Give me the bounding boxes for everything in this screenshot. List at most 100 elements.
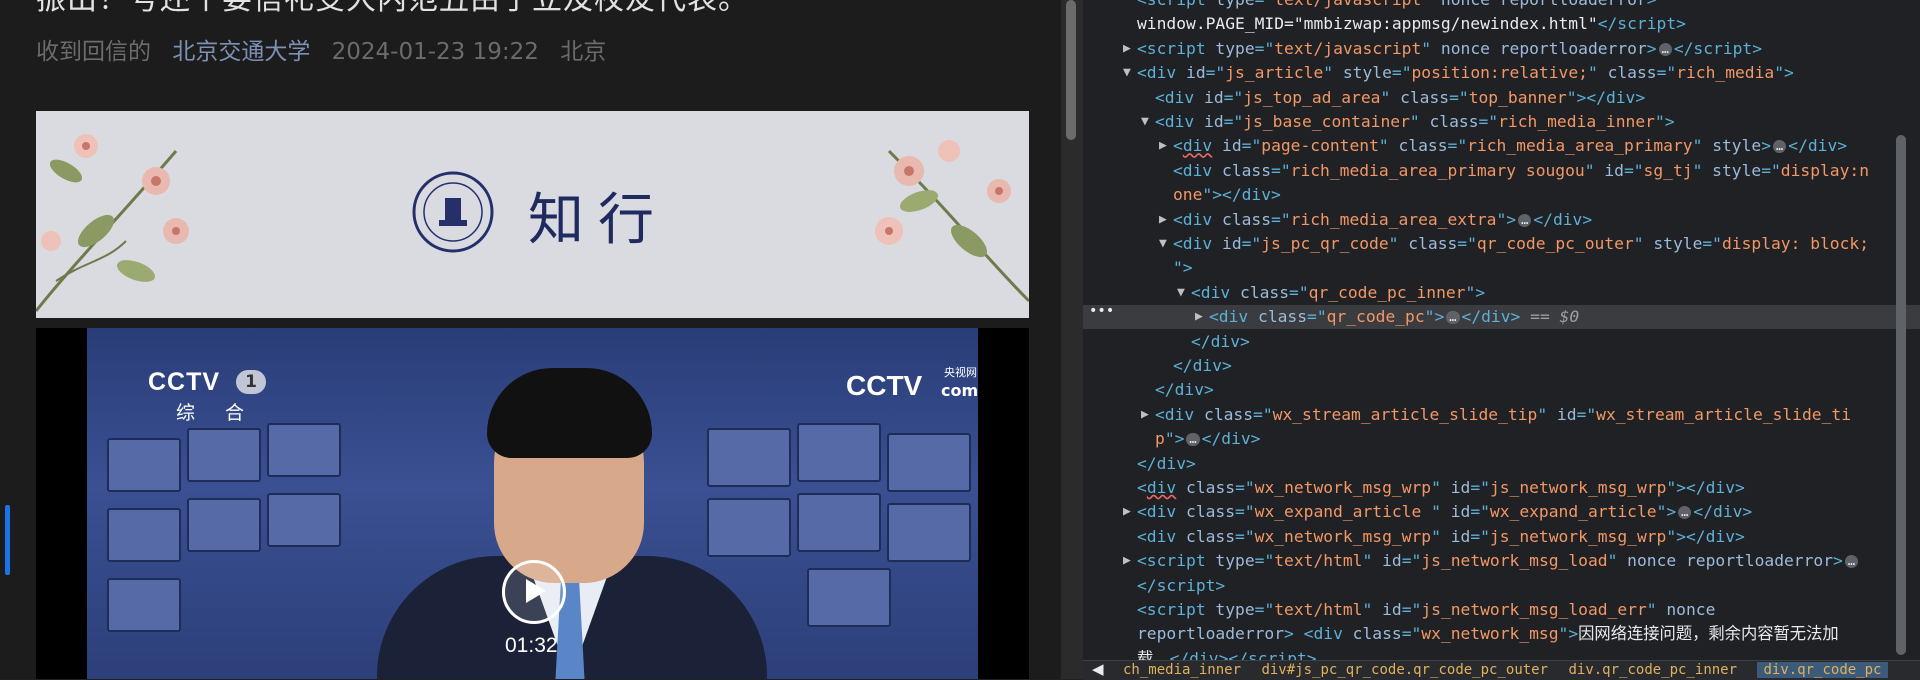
- video-duration: 01:32: [505, 634, 558, 657]
- dom-node-code: p">… </div>: [1155, 429, 1261, 449]
- dom-node[interactable]: ">: [1083, 256, 1920, 280]
- collapse-triangle-icon[interactable]: ▼: [1141, 110, 1149, 134]
- cctv-watermark: CCTV: [846, 370, 923, 401]
- expand-triangle-icon[interactable]: ▶: [1123, 37, 1131, 61]
- breadcrumb-item[interactable]: ch_media_inner: [1123, 662, 1241, 678]
- dom-node-code: <div class="wx_expand_article " id="wx_e…: [1137, 502, 1753, 522]
- dom-node[interactable]: <div class="wx_network_msg_wrp" id="js_n…: [1083, 476, 1920, 500]
- cctv-channel-logo: CCTV: [148, 368, 221, 396]
- dom-node-selected[interactable]: ▶ <div class="qr_code_pc">… </div> == $0: [1083, 305, 1920, 330]
- article-pane: 振出！号还个要信礼受大内范丑由于立及校友代表。 收到回信的 北京交通大学 202…: [0, 0, 1061, 679]
- dom-node[interactable]: ▶ <script type="text/html" id="js_network…: [1083, 549, 1920, 573]
- meta-account-link[interactable]: 北京交通大学: [172, 39, 310, 65]
- dom-node-code: <div class="qr_code_pc_inner">: [1191, 282, 1486, 302]
- expand-triangle-icon[interactable]: ▶: [1159, 134, 1167, 158]
- dom-node-code: <script type="text/javascript" nonce rep…: [1137, 0, 1657, 12]
- dom-node[interactable]: ▼ <div id="js_pc_qr_code" class="qr_code_…: [1083, 232, 1920, 256]
- dom-node[interactable]: <script type="text/html" id="js_network_…: [1083, 598, 1920, 622]
- breadcrumb-item-active[interactable]: div.qr_code_pc: [1757, 662, 1888, 678]
- dom-node[interactable]: </script>: [1083, 574, 1920, 598]
- background-monitor: [267, 493, 341, 547]
- collapse-triangle-icon[interactable]: ▼: [1123, 61, 1131, 85]
- cctv-channel-number: 1: [236, 370, 266, 394]
- play-icon[interactable]: [502, 560, 566, 624]
- dom-node[interactable]: ▼ <div id="js_article" style="position:re…: [1083, 61, 1920, 85]
- dom-node[interactable]: </div>: [1083, 354, 1920, 378]
- banner-title: 知行: [528, 188, 668, 253]
- collapse-triangle-icon[interactable]: ▼: [1177, 281, 1185, 305]
- dom-node-code: window.PAGE_MID="mmbizwap:appmsg/newinde…: [1137, 14, 1686, 34]
- dom-node[interactable]: ▼ <div class="qr_code_pc_inner">: [1083, 281, 1920, 305]
- dom-node-code: reportloaderror> <div class="wx_network_…: [1137, 624, 1839, 644]
- dom-node[interactable]: p">… </div>: [1083, 427, 1920, 451]
- university-seal-icon: [412, 171, 494, 253]
- dom-node[interactable]: ▶ <script type="text/javascript" nonce re…: [1083, 37, 1920, 61]
- collapse-triangle-icon[interactable]: ▼: [1159, 232, 1167, 256]
- news-anchor-hair: [487, 368, 652, 458]
- more-actions-icon[interactable]: •••: [1089, 303, 1114, 319]
- background-monitor: [797, 423, 881, 482]
- meta-author: 收到回信的: [36, 39, 151, 65]
- expand-triangle-icon[interactable]: ▶: [1141, 403, 1149, 427]
- background-monitor: [807, 568, 891, 627]
- cctv-watermark-sub: 央视网: [944, 366, 977, 379]
- breadcrumb-back-icon[interactable]: ◀: [1092, 660, 1104, 678]
- background-monitor: [187, 498, 261, 552]
- dom-node-code: <div class="wx_network_msg_wrp" id="js_n…: [1137, 526, 1745, 546]
- dom-node[interactable]: ▶ <div id="page-content" class="rich_medi…: [1083, 134, 1920, 158]
- meta-date: 2024-01-23 19:22: [331, 39, 539, 65]
- dom-node[interactable]: ▶ <div class="wx_stream_article_slide_tip…: [1083, 403, 1920, 427]
- dom-node[interactable]: ▶ <div class="rich_media_area_extra">… </d…: [1083, 208, 1920, 232]
- article-banner: 知行: [36, 111, 1029, 318]
- background-monitor: [107, 438, 181, 492]
- dom-node-code: <script type="text/html" id="js_network_…: [1137, 600, 1716, 619]
- dom-node-code: <script type="text/html" id="js_network_…: [1137, 549, 1860, 573]
- dom-node-code: <div class="rich_media_area_extra">… </di…: [1173, 209, 1593, 229]
- expand-triangle-icon[interactable]: ▶: [1123, 549, 1131, 573]
- dom-node-code: <div id="page-content" class="rich_media…: [1173, 136, 1848, 156]
- cctv-watermark-com: com: [941, 381, 979, 400]
- background-monitor: [107, 508, 181, 562]
- dom-node-code: <div id="js_base_container" class="rich_…: [1155, 112, 1675, 131]
- background-monitor: [267, 423, 341, 477]
- dom-node-code: ">: [1173, 258, 1193, 278]
- dom-node[interactable]: <div class="wx_network_msg_wrp" id="js_n…: [1083, 525, 1920, 549]
- dom-node[interactable]: <div class="rich_media_area_primary soug…: [1083, 159, 1920, 183]
- dom-node-code: </div>: [1173, 356, 1232, 375]
- article-title: 振出！号还个要信礼受大内范丑由于立及校友代表。: [36, 0, 749, 18]
- background-monitor: [187, 428, 261, 482]
- dom-node-code: <div id="js_article" style="position:rel…: [1137, 63, 1794, 83]
- expand-triangle-icon[interactable]: ▶: [1159, 208, 1167, 232]
- dom-node[interactable]: </div>: [1083, 452, 1920, 476]
- dom-node[interactable]: </div>: [1083, 330, 1920, 354]
- dom-node-code: one"></div>: [1173, 185, 1281, 205]
- video-frame: [87, 328, 978, 679]
- breadcrumb-item[interactable]: div.qr_code_pc_inner: [1568, 662, 1737, 678]
- dom-breadcrumb: ch_media_inner div#js_pc_qr_code.qr_code…: [1083, 660, 1920, 680]
- expand-triangle-icon[interactable]: ▶: [1123, 500, 1131, 524]
- dom-node[interactable]: <div id="js_top_ad_area" class="top_bann…: [1083, 86, 1920, 110]
- devtools-elements-panel: <script type="text/javascript" nonce rep…: [1083, 0, 1920, 679]
- flower-branch-left-icon: [36, 134, 189, 312]
- meta-location: 北京: [560, 39, 607, 65]
- dom-node-code: <div class="rich_media_area_primary soug…: [1173, 160, 1870, 180]
- left-scroll-indicator: [5, 505, 10, 575]
- dom-node-code: <div class="wx_stream_article_slide_tip"…: [1155, 404, 1851, 424]
- devtools-scrollbar-thumb[interactable]: [1896, 135, 1906, 655]
- dom-node[interactable]: </div>: [1083, 378, 1920, 402]
- background-monitor: [707, 498, 791, 557]
- video-player[interactable]: CCTV 1 综 合 CCTV 央视网 com: [36, 328, 1029, 679]
- dom-node-code: <div class="qr_code_pc">… </div> == $0: [1209, 307, 1580, 327]
- dom-node[interactable]: reportloaderror> <div class="wx_network_…: [1083, 622, 1920, 646]
- article-scrollbar-thumb[interactable]: [1066, 0, 1076, 140]
- dom-node[interactable]: ▶ <div class="wx_expand_article " id="wx_…: [1083, 500, 1920, 524]
- breadcrumb-item[interactable]: div#js_pc_qr_code.qr_code_pc_outer: [1261, 662, 1548, 678]
- dom-node[interactable]: window.PAGE_MID="mmbizwap:appmsg/newinde…: [1083, 12, 1920, 36]
- flower-branch-right-icon: [875, 140, 1029, 303]
- expand-triangle-icon[interactable]: ▶: [1195, 305, 1203, 329]
- dom-node-code: <script type="text/javascript" nonce rep…: [1137, 38, 1763, 58]
- dom-node[interactable]: one"></div>: [1083, 183, 1920, 207]
- dom-node[interactable]: ▼ <div id="js_base_container" class="rich…: [1083, 110, 1920, 134]
- dom-node[interactable]: <script type="text/javascript" nonce rep…: [1083, 0, 1920, 12]
- dom-node-code: </div>: [1155, 380, 1214, 400]
